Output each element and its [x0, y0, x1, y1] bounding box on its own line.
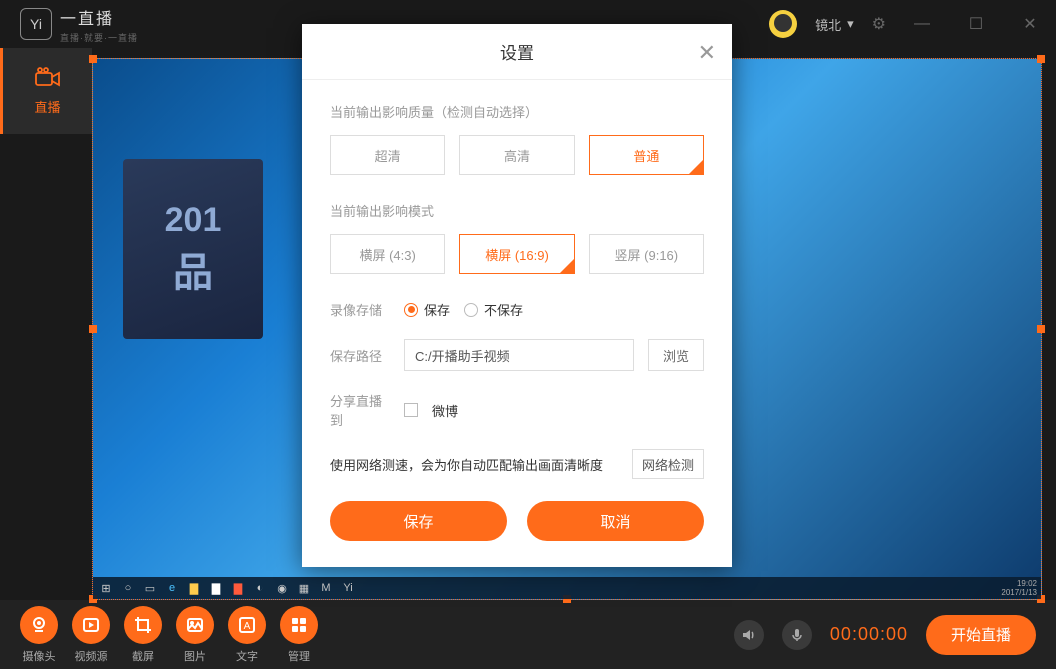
tool-text[interactable]: A 文字 — [228, 606, 266, 664]
network-text: 使用网络测速，会为你自动匹配输出画面清晰度 — [330, 455, 603, 474]
maximize-button[interactable]: ☐ — [958, 10, 994, 38]
chevron-down-icon: ▾ — [847, 16, 854, 32]
quality-option-hd[interactable]: 超清 — [330, 135, 445, 175]
tool-image[interactable]: 图片 — [176, 606, 214, 664]
logo-icon: Yi — [20, 8, 52, 40]
share-row: 分享直播到 微博 — [330, 391, 704, 429]
mode-option-9-16[interactable]: 竖屏 (9:16) — [589, 234, 704, 274]
cancel-button[interactable]: 取消 — [527, 501, 704, 541]
mode-options: 横屏 (4:3) 横屏 (16:9) 竖屏 (9:16) — [330, 234, 704, 274]
quality-option-normal[interactable]: 普通 — [589, 135, 704, 175]
play-icon — [81, 615, 101, 635]
bottom-right: 00:00:00 开始直播 — [734, 615, 1036, 655]
windows-icon: ⊞ — [97, 580, 115, 596]
quality-option-high[interactable]: 高清 — [459, 135, 574, 175]
folder-icon: ▇ — [185, 580, 203, 596]
camera-icon — [35, 67, 61, 89]
wallpaper-card: 201 品 — [123, 159, 263, 339]
browse-button[interactable]: 浏览 — [648, 339, 704, 371]
mode-option-4-3[interactable]: 横屏 (4:3) — [330, 234, 445, 274]
gear-icon[interactable]: ⚙ — [872, 14, 886, 34]
speaker-icon — [741, 627, 757, 643]
app-slogan: 直播·就要·一直播 — [60, 31, 138, 44]
path-input[interactable] — [404, 339, 634, 371]
checkbox-weibo[interactable] — [404, 403, 418, 417]
captured-clock: 19:022017/1/13 — [1001, 579, 1037, 597]
logo-area: Yi 一直播 直播·就要·一直播 — [8, 5, 138, 44]
tool-camera[interactable]: 摄像头 — [20, 606, 58, 664]
crop-icon — [133, 615, 153, 635]
sidebar-tab-live[interactable]: 直播 — [0, 48, 92, 134]
resize-handle[interactable] — [1037, 325, 1045, 333]
app-icon: ▦ — [295, 580, 313, 596]
store-icon: ▇ — [207, 580, 225, 596]
bottom-toolbar: 摄像头 视频源 截屏 图片 A 文字 管理 00:00:00 开始 — [0, 600, 1056, 669]
resize-handle[interactable] — [89, 325, 97, 333]
grid-icon — [289, 615, 309, 635]
resize-handle[interactable] — [89, 55, 97, 63]
sidebar: 直播 — [0, 48, 92, 600]
text-icon: A — [237, 615, 257, 635]
app-icon: ◐ — [251, 580, 269, 596]
network-test-button[interactable]: 网络检测 — [632, 449, 704, 479]
quality-label: 当前输出影响质量（检测自动选择） — [330, 102, 704, 121]
modal-title: 设置 — [500, 39, 534, 64]
close-button[interactable]: ✕ — [1012, 10, 1048, 38]
share-weibo-label: 微博 — [432, 401, 458, 420]
webcam-icon — [29, 615, 49, 635]
mode-label: 当前输出影响模式 — [330, 201, 704, 220]
search-icon: ○ — [119, 580, 137, 596]
app-icon: Yi — [339, 580, 357, 596]
close-icon[interactable]: ✕ — [698, 40, 716, 66]
sidebar-tab-label: 直播 — [34, 97, 60, 116]
avatar[interactable] — [769, 10, 797, 38]
settings-modal: 设置 ✕ 当前输出影响质量（检测自动选择） 超清 高清 普通 当前输出影响模式 … — [302, 24, 732, 567]
edge-icon: e — [163, 580, 181, 596]
timer: 00:00:00 — [830, 624, 908, 645]
captured-taskbar: ⊞ ○ ▭ e ▇ ▇ ▇ ◐ ◉ ▦ M Yi 19:022017/1/13 — [93, 577, 1041, 599]
username-dropdown[interactable]: 镜北 ▾ — [815, 15, 854, 34]
modal-body: 当前输出影响质量（检测自动选择） 超清 高清 普通 当前输出影响模式 横屏 (4… — [302, 80, 732, 567]
chrome-icon: ◉ — [273, 580, 291, 596]
modal-actions: 保存 取消 — [330, 501, 704, 541]
resize-handle[interactable] — [1037, 55, 1045, 63]
tool-capture[interactable]: 截屏 — [124, 606, 162, 664]
modal-header: 设置 ✕ — [302, 24, 732, 80]
radio-save[interactable]: 保存 — [404, 300, 450, 319]
share-label: 分享直播到 — [330, 391, 390, 429]
network-row: 使用网络测速，会为你自动匹配输出画面清晰度 网络检测 — [330, 449, 704, 479]
radio-nosave[interactable]: 不保存 — [464, 300, 523, 319]
app-name: 一直播 — [60, 5, 138, 29]
start-live-button[interactable]: 开始直播 — [926, 615, 1036, 655]
path-label: 保存路径 — [330, 346, 390, 365]
tool-manage[interactable]: 管理 — [280, 606, 318, 664]
image-icon — [185, 615, 205, 635]
speaker-button[interactable] — [734, 620, 764, 650]
tool-video-source[interactable]: 视频源 — [72, 606, 110, 664]
titlebar-right: 镜北 ▾ ⚙ — ☐ ✕ — [769, 10, 1048, 38]
username: 镜北 — [815, 15, 841, 34]
path-row: 保存路径 浏览 — [330, 339, 704, 371]
app-icon: ▇ — [229, 580, 247, 596]
mic-button[interactable] — [782, 620, 812, 650]
app-icon: M — [317, 580, 335, 596]
quality-options: 超清 高清 普通 — [330, 135, 704, 175]
tool-items: 摄像头 视频源 截屏 图片 A 文字 管理 — [20, 606, 318, 664]
taskview-icon: ▭ — [141, 580, 159, 596]
svg-text:A: A — [244, 621, 251, 632]
record-label: 录像存储 — [330, 300, 390, 319]
save-button[interactable]: 保存 — [330, 501, 507, 541]
minimize-button[interactable]: — — [904, 10, 940, 38]
mode-option-16-9[interactable]: 横屏 (16:9) — [459, 234, 574, 274]
mic-icon — [789, 627, 805, 643]
record-row: 录像存储 保存 不保存 — [330, 300, 704, 319]
